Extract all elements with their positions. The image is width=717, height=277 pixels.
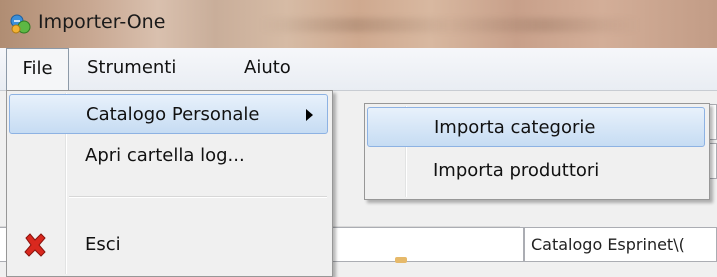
menu-separator [69,196,327,198]
window-title: Importer-One [38,11,166,33]
menu-item-importa-categorie[interactable]: Importa categorie [367,107,705,147]
title-bar[interactable]: Importer-One [0,0,717,48]
menu-item-catalogo-personale[interactable]: Catalogo Personale [9,94,328,134]
menu-file[interactable]: File [6,48,69,91]
menu-item-importa-produttori[interactable]: Importa produttori [367,151,705,191]
menu-item-label: Apri cartella log... [85,145,245,166]
menu-item-label: Esci [85,234,121,255]
menu-item-label: Importa categorie [434,117,596,138]
titlebar-background-blur [260,18,640,32]
menu-item-label: Importa produttori [433,160,600,181]
menu-strumenti[interactable]: Strumenti [78,48,185,89]
catalogo-personale-submenu: Importa categorie Importa produttori [364,103,710,200]
importer-app-icon [10,14,31,34]
submenu-arrow-icon [306,109,313,121]
background-marker [395,257,407,263]
menu-bar: File Strumenti Aiuto [0,48,717,91]
catalog-path-field[interactable]: Catalogo Esprinet\( [524,227,717,262]
file-menu-dropdown: Catalogo Personale Apri cartella log... … [6,90,333,277]
menu-item-label: Catalogo Personale [86,104,260,125]
menu-item-esci[interactable]: Esci [9,225,328,265]
red-x-icon [24,233,46,257]
menu-item-apri-cartella-log[interactable]: Apri cartella log... [9,136,328,176]
menu-aiuto[interactable]: Aiuto [235,48,300,89]
